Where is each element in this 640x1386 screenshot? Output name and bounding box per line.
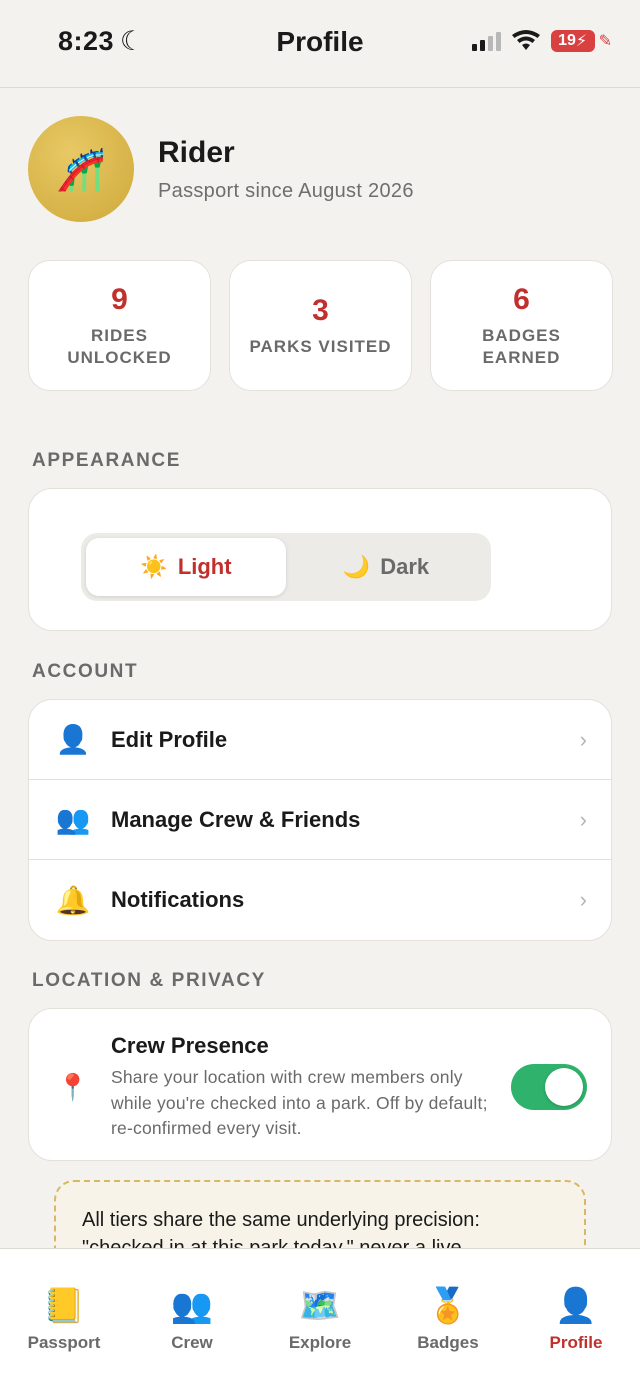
tab-label: Profile	[549, 1333, 603, 1352]
moon-icon: 🌙	[342, 554, 371, 579]
stat-card-parks: 3 PARKS VISITED	[229, 260, 412, 391]
battery-level: 19	[558, 32, 576, 49]
crew-presence-description: Share your location with crew members on…	[111, 1067, 488, 1138]
stat-label: PARKS VISITED	[249, 336, 392, 356]
tab-bar: 📒 Passport 👥 Crew 🗺️ Explore 🏅 Badges 👤 …	[0, 1248, 640, 1386]
tab-crew[interactable]: 👥 Crew	[128, 1249, 256, 1386]
stat-value: 3	[312, 293, 329, 327]
appearance-option-dark[interactable]: 🌙 Dark	[286, 538, 486, 596]
section-label-account: ACCOUNT	[32, 661, 139, 682]
pencil-icon: ✎	[598, 33, 612, 50]
signal-icon	[471, 31, 501, 51]
tab-label: Badges	[417, 1333, 479, 1352]
bell-icon: 🔔	[55, 884, 91, 916]
wifi-icon	[511, 30, 540, 50]
tab-passport[interactable]: 📒 Passport	[0, 1249, 128, 1386]
appearance-option-label: Light	[177, 554, 232, 579]
top-bar: 8:23 ☾ Profile 19 ⚡ ✎	[0, 0, 640, 88]
battery-icon: 19 ⚡	[550, 30, 595, 52]
account-item-edit-profile[interactable]: 👤 Edit Profile ›	[29, 700, 611, 780]
toggle-knob	[545, 1068, 583, 1107]
people-icon: 👥	[170, 1287, 214, 1325]
stat-card-rides: 9 RIDES UNLOCKED	[28, 260, 211, 391]
stat-label: BADGES EARNED	[482, 325, 561, 367]
crew-presence-title: Crew Presence	[111, 1033, 269, 1058]
medal-icon: 🏅	[426, 1287, 470, 1325]
profile-header: 🎢 Rider Passport since August 2026	[28, 116, 414, 222]
chevron-right-icon: ›	[579, 726, 587, 752]
privacy-note: All tiers share the same underlying prec…	[54, 1180, 586, 1248]
tab-label: Passport	[27, 1333, 101, 1352]
account-card: 👤 Edit Profile › 👥 Manage Crew & Friends…	[28, 699, 612, 941]
profile-name: Rider	[158, 135, 235, 169]
stat-value: 9	[111, 282, 128, 316]
person-icon: 👤	[554, 1287, 598, 1325]
appearance-option-label: Dark	[380, 554, 430, 579]
account-item-notifications[interactable]: 🔔 Notifications ›	[29, 860, 611, 940]
sun-icon: ☀️	[140, 554, 168, 579]
crew-presence-card: 📍 Crew Presence Share your location with…	[28, 1008, 612, 1161]
account-item-manage-crew[interactable]: 👥 Manage Crew & Friends ›	[29, 780, 611, 860]
stats-row: 9 RIDES UNLOCKED 3 PARKS VISITED 6 BADGES…	[28, 260, 613, 391]
tab-profile[interactable]: 👤 Profile	[512, 1249, 640, 1386]
account-item-label: Manage Crew & Friends	[111, 806, 361, 832]
stat-value: 6	[513, 282, 530, 316]
profile-subtitle: Passport since August 2026	[158, 179, 414, 202]
crew-presence-row: 📍 Crew Presence Share your location with…	[29, 1009, 611, 1160]
appearance-option-light[interactable]: ☀️ Light	[86, 538, 286, 596]
tab-badges[interactable]: 🏅 Badges	[384, 1249, 512, 1386]
map-icon: 🗺️	[298, 1287, 342, 1325]
account-item-label: Edit Profile	[111, 726, 228, 752]
person-icon: 👤	[55, 724, 91, 755]
crew-presence-toggle[interactable]	[511, 1064, 587, 1111]
chevron-right-icon: ›	[579, 887, 587, 912]
appearance-card: ☀️ Light 🌙 Dark	[28, 488, 612, 631]
section-label-appearance: APPEARANCE	[32, 450, 182, 471]
people-icon: 👥	[55, 804, 91, 835]
roller-coaster-icon: 🎢	[28, 116, 134, 222]
tab-label: Crew	[171, 1333, 213, 1352]
stat-card-badges: 6 BADGES EARNED	[430, 260, 613, 391]
profile-content[interactable]: 🎢 Rider Passport since August 2026 9 RID…	[0, 88, 640, 1248]
chevron-right-icon: ›	[579, 806, 587, 832]
appearance-segmented-control: ☀️ Light 🌙 Dark	[81, 533, 491, 601]
section-label-privacy: LOCATION & PRIVACY	[32, 970, 266, 991]
tab-label: Explore	[288, 1333, 352, 1352]
status-icons: 19 ⚡ ✎	[471, 30, 612, 52]
account-item-label: Notifications	[111, 887, 245, 912]
pin-icon: 📍	[56, 1071, 90, 1102]
passport-icon: 📒	[42, 1287, 86, 1325]
tab-explore[interactable]: 🗺️ Explore	[256, 1249, 384, 1386]
stat-label: RIDES UNLOCKED	[67, 325, 172, 367]
